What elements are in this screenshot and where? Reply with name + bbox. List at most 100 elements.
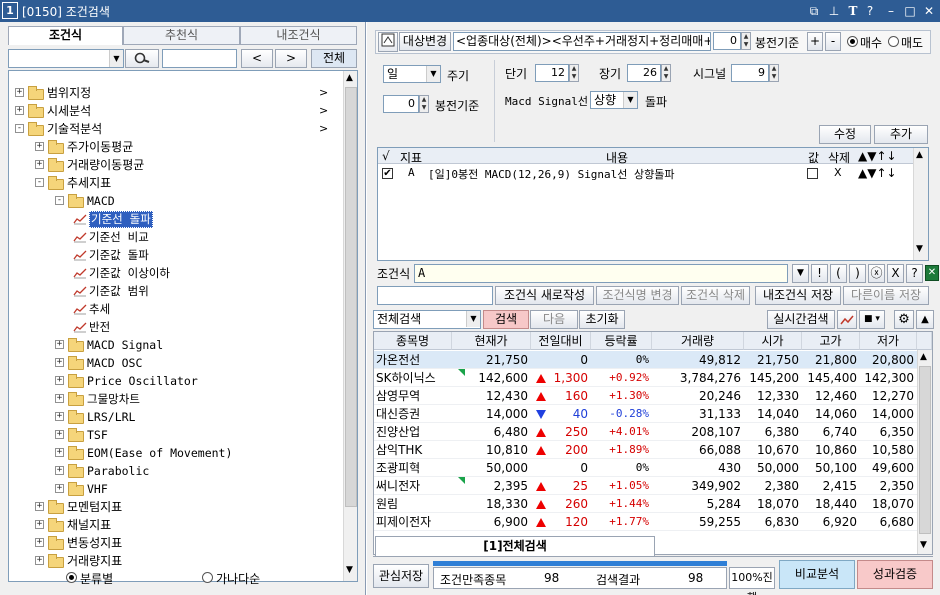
expand-icon[interactable]: + bbox=[55, 358, 64, 367]
target-icon-button[interactable] bbox=[378, 32, 398, 52]
font-icon[interactable]: T bbox=[845, 3, 861, 19]
short-input[interactable]: 12 bbox=[535, 64, 569, 82]
help-icon[interactable]: ? bbox=[862, 3, 878, 19]
modify-button[interactable]: 수정 bbox=[819, 125, 871, 144]
tree-item[interactable]: + 거래량이동평균 bbox=[9, 156, 339, 174]
close-icon[interactable]: ✕ bbox=[921, 3, 937, 19]
column-header[interactable]: 현재가 bbox=[452, 332, 531, 350]
next-button[interactable]: > bbox=[275, 49, 307, 68]
tree-item[interactable]: - MACD bbox=[9, 192, 339, 210]
collapse-icon[interactable]: - bbox=[35, 178, 44, 187]
target-field[interactable]: <업종대상(전체)><우선주+거래정지+정리매매+ bbox=[453, 32, 711, 51]
save-as-button[interactable]: 다른이름 저장 bbox=[843, 286, 929, 305]
period-select[interactable]: 일 ▼ bbox=[383, 65, 441, 83]
scroll-down-icon[interactable]: ▼ bbox=[916, 244, 923, 254]
tree-item[interactable]: 추세 bbox=[9, 300, 339, 318]
change-target-button[interactable]: 대상변경 bbox=[399, 32, 451, 51]
add-button[interactable]: 추가 bbox=[874, 125, 928, 144]
tree-item[interactable]: + EOM(Ease of Movement) bbox=[9, 444, 339, 462]
tree-item[interactable]: + LRS/LRL bbox=[9, 408, 339, 426]
table-row[interactable]: 삼영무역 12,430 160 +1.30% 20,246 12,330 12,460 12,… bbox=[374, 387, 917, 405]
radio-sell[interactable] bbox=[888, 36, 899, 47]
expand-icon[interactable]: + bbox=[35, 142, 44, 151]
column-header[interactable]: 저가 bbox=[860, 332, 917, 350]
column-header[interactable]: 거래량 bbox=[652, 332, 744, 350]
scroll-thumb[interactable] bbox=[345, 87, 357, 507]
column-header[interactable]: 전일대비 bbox=[531, 332, 591, 350]
radio-buy[interactable] bbox=[847, 36, 858, 47]
excel-icon[interactable]: ✕ bbox=[925, 265, 939, 281]
tree-item[interactable]: 기준선 비교 bbox=[9, 228, 339, 246]
tree-item[interactable]: + TSF bbox=[9, 426, 339, 444]
radio-by-category[interactable] bbox=[66, 572, 77, 583]
direction-select[interactable]: 상향 ▼ bbox=[590, 91, 638, 109]
tree-item[interactable]: + 변동성지표 bbox=[9, 534, 339, 552]
column-header[interactable]: 시가 bbox=[744, 332, 802, 350]
table-row[interactable]: SK하이닉스 142,600 1,300 +0.92% 3,784,276 145,200… bbox=[374, 369, 917, 387]
expand-icon[interactable]: + bbox=[15, 106, 24, 115]
scroll-up-icon[interactable]: ▲ bbox=[916, 150, 923, 160]
expand-icon[interactable]: + bbox=[35, 520, 44, 529]
tree-item[interactable]: + 채널지표 bbox=[9, 516, 339, 534]
tree-item[interactable]: + 범위지정 > bbox=[9, 84, 339, 102]
scroll-down-icon[interactable]: ▼ bbox=[346, 565, 353, 575]
tree-item[interactable]: + MACD Signal bbox=[9, 336, 339, 354]
search-button[interactable] bbox=[125, 49, 159, 68]
tab-my-conditions[interactable]: 내조건식 bbox=[240, 26, 357, 45]
tree-item[interactable]: + 주가이동평균 bbox=[9, 138, 339, 156]
chart-button[interactable] bbox=[837, 310, 857, 329]
tree-item[interactable]: - 기술적분석 > bbox=[9, 120, 339, 138]
search-run-button[interactable]: 검색 bbox=[483, 310, 529, 329]
search-next-button[interactable]: 다음 bbox=[530, 310, 578, 329]
expand-icon[interactable]: + bbox=[55, 466, 64, 475]
all-button[interactable]: 전체 bbox=[311, 49, 357, 68]
compare-analysis-button[interactable]: 비교분석 bbox=[779, 560, 855, 589]
table-row[interactable]: 써니전자 2,395 25 +1.05% 349,902 2,380 2,415 2,350 bbox=[374, 477, 917, 495]
tree-item[interactable]: + 그물망차트 bbox=[9, 390, 339, 408]
results-scrollbar[interactable]: ▲ ▼ bbox=[917, 350, 932, 554]
realtime-search-button[interactable]: 실시간검색 bbox=[767, 310, 835, 329]
formula-dropdown-button[interactable]: ▼ bbox=[792, 264, 809, 283]
prev-button[interactable]: < bbox=[241, 49, 273, 68]
bar-offset-input[interactable]: 0 bbox=[383, 95, 419, 113]
expand-icon[interactable]: + bbox=[55, 412, 64, 421]
tree-item[interactable]: 기준값 이상이하 bbox=[9, 264, 339, 282]
collapse-icon[interactable]: - bbox=[15, 124, 24, 133]
column-header[interactable]: 종목명 bbox=[374, 332, 452, 350]
collapse-up-button[interactable]: ▲ bbox=[916, 310, 934, 329]
tree-item[interactable]: + MACD OSC bbox=[9, 354, 339, 372]
gear-icon[interactable]: ⚙ bbox=[894, 310, 914, 329]
tree-item[interactable]: + 모멘텀지표 bbox=[9, 498, 339, 516]
minus-button[interactable]: - bbox=[825, 32, 841, 51]
expand-icon[interactable]: + bbox=[55, 394, 64, 403]
formula-x-button[interactable]: X bbox=[887, 264, 904, 283]
condition-value-checkbox[interactable] bbox=[807, 168, 818, 179]
condition-list-scrollbar[interactable]: ▲ ▼ bbox=[913, 148, 928, 260]
delete-condition-button[interactable]: 조건식 삭제 bbox=[681, 286, 750, 305]
tree-item[interactable]: - 추세지표 bbox=[9, 174, 339, 192]
table-row[interactable]: 대신증권 14,000 40 -0.28% 31,133 14,040 14,060 14,0… bbox=[374, 405, 917, 423]
expand-icon[interactable]: + bbox=[55, 340, 64, 349]
formula-close-paren-button[interactable]: ) bbox=[849, 264, 866, 283]
expand-icon[interactable]: + bbox=[35, 160, 44, 169]
tree-item[interactable]: + Price Oscillator bbox=[9, 372, 339, 390]
tab-conditions[interactable]: 조건식 bbox=[8, 26, 123, 45]
scroll-up-icon[interactable]: ▲ bbox=[920, 352, 927, 362]
scroll-up-icon[interactable]: ▲ bbox=[346, 73, 353, 83]
short-spinner[interactable]: ▲ ▼ bbox=[569, 64, 579, 82]
expand-icon[interactable]: + bbox=[55, 376, 64, 385]
tab-recommended[interactable]: 추천식 bbox=[123, 26, 240, 45]
condition-checkbox[interactable]: ✔ bbox=[382, 168, 393, 179]
maximize-icon[interactable]: □ bbox=[902, 3, 918, 19]
expand-icon[interactable]: + bbox=[15, 88, 24, 97]
collapse-icon[interactable]: - bbox=[55, 196, 64, 205]
condition-name-input[interactable] bbox=[377, 286, 493, 305]
search-input[interactable] bbox=[162, 49, 237, 68]
tree-item[interactable]: 반전 bbox=[9, 318, 339, 336]
rename-condition-button[interactable]: 조건식명 변경 bbox=[596, 286, 679, 305]
formula-not-button[interactable]: ! bbox=[811, 264, 828, 283]
table-row[interactable]: 원림 18,330 260 +1.44% 5,284 18,070 18,440 18,070 bbox=[374, 495, 917, 513]
bar-offset-spinner[interactable]: ▲ ▼ bbox=[419, 95, 429, 113]
watchlist-save-button[interactable]: 관심저장 bbox=[373, 564, 429, 588]
minimize-icon[interactable]: – bbox=[883, 3, 899, 19]
